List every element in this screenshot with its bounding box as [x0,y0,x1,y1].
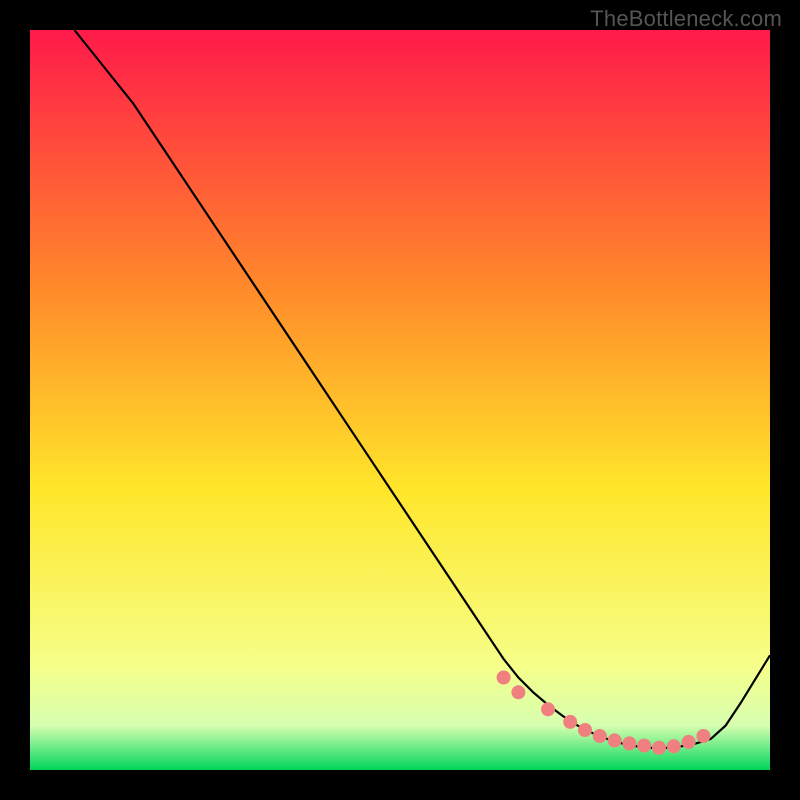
optimum-dot [541,702,555,716]
optimum-dot [667,739,681,753]
optimum-dot [563,715,577,729]
optimum-dot [578,723,592,737]
gradient-background [30,30,770,770]
bottleneck-chart [30,30,770,770]
optimum-dot [622,736,636,750]
watermark-text: TheBottleneck.com [590,6,782,32]
optimum-dot [497,671,511,685]
chart-svg [30,30,770,770]
optimum-dot [511,685,525,699]
optimum-dot [696,729,710,743]
optimum-dot [682,735,696,749]
optimum-dot [652,741,666,755]
optimum-dot [608,733,622,747]
optimum-dot [637,739,651,753]
optimum-dot [593,729,607,743]
